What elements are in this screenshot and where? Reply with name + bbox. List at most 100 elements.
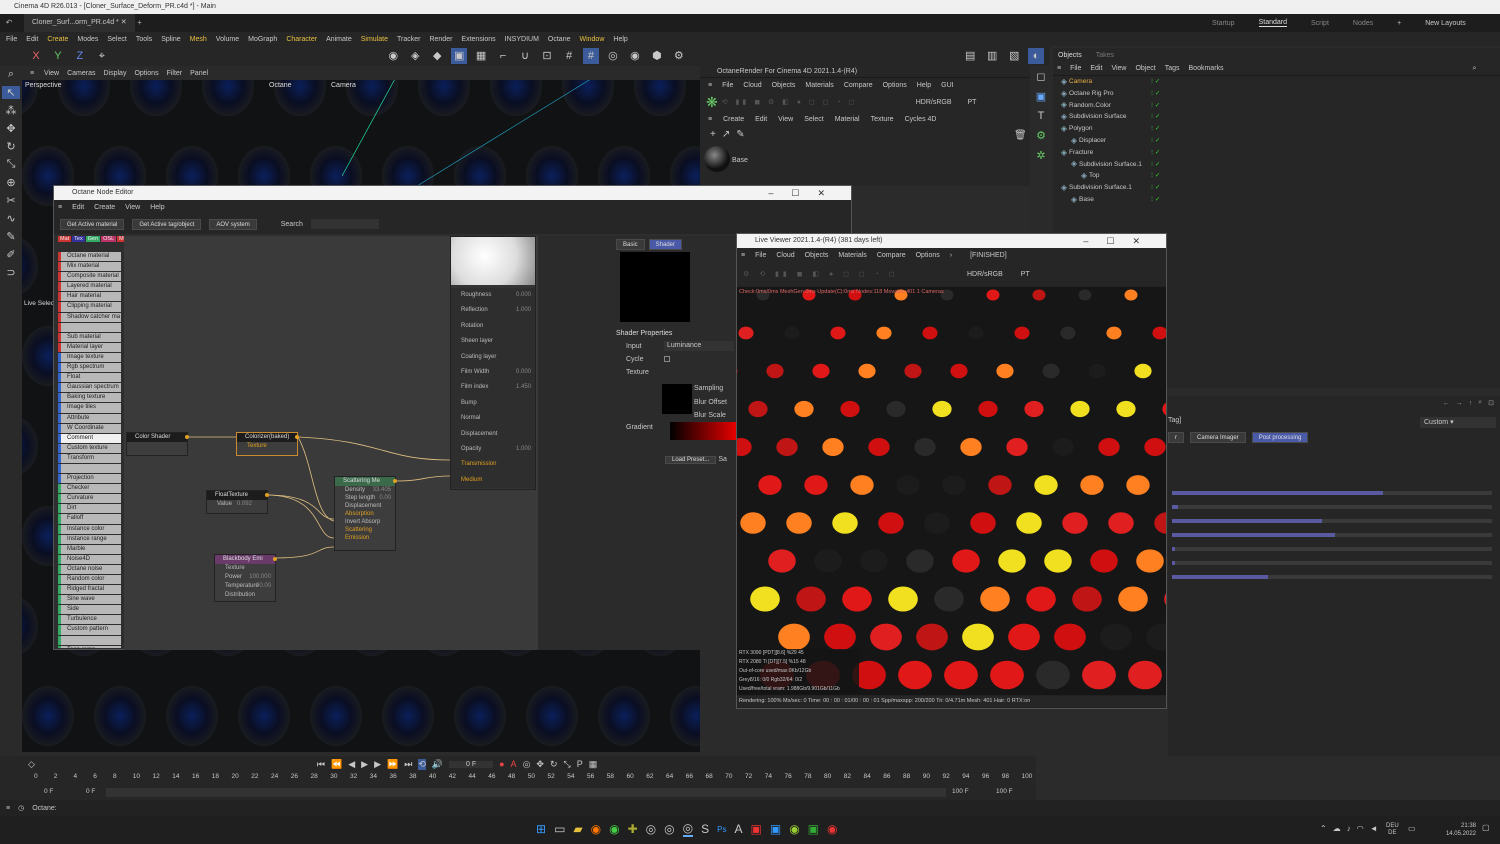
visibility-check-icon[interactable]: ⁝ ✓ <box>1151 147 1160 159</box>
range-min[interactable]: 0 F <box>86 788 95 795</box>
display-icon[interactable]: ▭ <box>1408 824 1416 833</box>
move-tool-icon[interactable]: ✥ <box>6 122 15 135</box>
object-row[interactable]: ◈ Polygon ⁝ ✓ <box>1053 123 1500 135</box>
octane-menu-gui[interactable]: GUI <box>941 82 953 89</box>
points-mode-icon[interactable]: ◉ <box>385 48 401 64</box>
object-mode-icon[interactable]: ◻ <box>1036 70 1045 83</box>
palette-item[interactable]: Toon ramp <box>58 645 121 648</box>
pla-key-icon[interactable]: ▦ <box>589 759 598 770</box>
palette-item[interactable]: Attribute <box>58 413 121 423</box>
obj-menu-bookmarks[interactable]: Bookmarks <box>1189 65 1224 72</box>
lv-color-mode[interactable]: HDR/sRGB <box>967 271 1003 278</box>
node-port[interactable]: Rotation <box>451 318 535 335</box>
range-slider[interactable] <box>106 788 946 797</box>
picture-viewer-icon[interactable]: ▧ <box>1006 48 1022 64</box>
palette-item[interactable]: Layered material <box>58 282 121 292</box>
app-lime-icon[interactable]: ◉ <box>789 822 799 836</box>
vp-menu-cameras[interactable]: Cameras <box>67 70 95 77</box>
grid-icon[interactable]: # <box>561 48 577 64</box>
render-icon[interactable]: ◉ <box>627 48 643 64</box>
object-row[interactable]: ◈ Subdivision Surface ⁝ ✓ <box>1053 111 1500 123</box>
live-select-icon[interactable]: ⁂ <box>6 104 17 117</box>
node-port[interactable]: Displacement <box>451 426 535 442</box>
category-tab[interactable]: OSL <box>101 236 117 242</box>
attr-mode-dropdown[interactable]: Custom ▾ <box>1420 417 1496 428</box>
layout-standard[interactable]: Standard <box>1258 19 1287 27</box>
node-port[interactable]: Opacity 1.000 <box>451 441 535 458</box>
ne-menu-edit[interactable]: Edit <box>72 204 84 211</box>
cloud-icon[interactable]: ☁ <box>1333 824 1341 833</box>
palette-item[interactable]: Image tiles <box>58 403 121 413</box>
render-region-icon[interactable]: ◎ <box>605 48 621 64</box>
lv-menu-objects[interactable]: Objects <box>805 252 829 259</box>
category-tab[interactable]: Gen <box>85 236 101 242</box>
palette-item[interactable]: Instance color <box>58 524 121 534</box>
palette-item[interactable]: Rgb spectrum <box>58 363 121 373</box>
node-port[interactable]: Invert Absorp <box>335 518 395 526</box>
color-shader-node[interactable]: Color Shader <box>126 432 189 456</box>
node-port[interactable]: Distribution <box>215 591 275 600</box>
material-arrow-icon[interactable]: ↗ <box>722 129 730 140</box>
excel-icon[interactable]: ▣ <box>808 822 819 836</box>
app-red-icon[interactable]: ◉ <box>827 822 837 836</box>
pos-key-icon[interactable]: ✥ <box>536 759 544 770</box>
vp-menu-view[interactable]: View <box>44 70 59 77</box>
octane-live-icon[interactable]: ◐ <box>1028 48 1045 64</box>
input-dropdown[interactable]: Luminance <box>664 341 734 351</box>
palette-item[interactable]: Curvature <box>58 494 121 504</box>
acrobat-icon[interactable]: ▣ <box>751 822 762 836</box>
node-search-input[interactable] <box>310 219 379 229</box>
palette-item[interactable]: Ridged fractal <box>58 585 121 595</box>
octane-menu-icon[interactable]: ≡ <box>708 82 712 89</box>
gradient-bar[interactable] <box>670 422 738 440</box>
status-menu-icon[interactable]: ≡ <box>6 805 10 812</box>
palette-item[interactable]: Sine wave <box>58 595 121 605</box>
menu-edit[interactable]: Edit <box>26 36 38 43</box>
language-indicator[interactable]: DEU DE <box>1386 823 1399 837</box>
palette-item[interactable]: Marble <box>58 544 121 554</box>
node-port[interactable]: Displacement <box>335 502 395 510</box>
palette-item[interactable]: Image texture <box>58 352 121 363</box>
c4d-2-icon[interactable]: ◎ <box>664 822 674 836</box>
octane-material-node[interactable]: Roughness 0.000 Reflection 1.000 Rotation She… <box>450 236 536 490</box>
octane-kernel[interactable]: PT <box>968 99 977 106</box>
object-row[interactable]: ◈ Camera ⁝ ✓ <box>1053 76 1500 88</box>
deformer-icon[interactable]: ✲ <box>1036 149 1045 162</box>
knife-tool-icon[interactable]: ✂ <box>6 194 15 207</box>
frame-ruler[interactable]: 0 2 4 6 8 10 12 14 16 18 20 22 24 26 28 30 32 34 36 38 40 42 4… <box>34 772 1032 786</box>
visibility-check-icon[interactable]: ⁝ ✓ <box>1151 159 1160 171</box>
save-preset-button[interactable]: Sa <box>718 456 727 463</box>
attr-slider-track[interactable] <box>1172 533 1492 537</box>
attr-slider-track[interactable] <box>1172 519 1492 523</box>
visibility-check-icon[interactable]: ⁝ ✓ <box>1151 88 1160 100</box>
node-port[interactable]: Transmission <box>451 457 535 473</box>
node-port[interactable]: Scattering <box>335 526 395 534</box>
attr-slider-track[interactable] <box>1172 505 1492 509</box>
snap-icon[interactable]: ⌐ <box>495 48 511 64</box>
render-view-icon[interactable]: ⬢ <box>649 48 665 64</box>
obj-menu-tags[interactable]: Tags <box>1165 65 1180 72</box>
attr-tab-camera-imager[interactable]: Camera Imager <box>1190 432 1246 443</box>
node-port[interactable]: Emission <box>335 534 395 542</box>
attr-slider-track[interactable] <box>1172 575 1492 579</box>
back-arrow-icon[interactable]: ← <box>1443 400 1450 407</box>
octane-menu-objects[interactable]: Objects <box>772 82 796 89</box>
menu-render[interactable]: Render <box>429 36 452 43</box>
node-port[interactable]: Film Width 0.000 <box>451 364 535 381</box>
volume-icon[interactable]: ◄ <box>1370 824 1378 833</box>
vp-menu-display[interactable]: Display <box>104 70 127 77</box>
lv-menu-compare[interactable]: Compare <box>877 252 906 259</box>
cycle-checkbox[interactable] <box>664 356 670 362</box>
octane-menu-cloud[interactable]: Cloud <box>743 82 761 89</box>
ne-menu-view[interactable]: View <box>125 204 140 211</box>
visibility-check-icon[interactable]: ⁝ ✓ <box>1151 182 1160 194</box>
props-tab-basic[interactable]: Basic <box>616 239 645 250</box>
add-layout-icon[interactable]: + <box>1397 20 1401 27</box>
palette-item[interactable]: Gaussian spectrum <box>58 383 121 393</box>
texture-mode-icon[interactable]: ▦ <box>473 48 489 64</box>
workplane-icon[interactable]: ⊡ <box>539 48 555 64</box>
lv-menu-materials[interactable]: Materials <box>838 252 866 259</box>
undo-icon[interactable]: ↶ <box>4 18 14 28</box>
palette-item[interactable]: Mix material <box>58 262 121 272</box>
scale-tool-icon[interactable]: ⤡ <box>7 158 16 171</box>
